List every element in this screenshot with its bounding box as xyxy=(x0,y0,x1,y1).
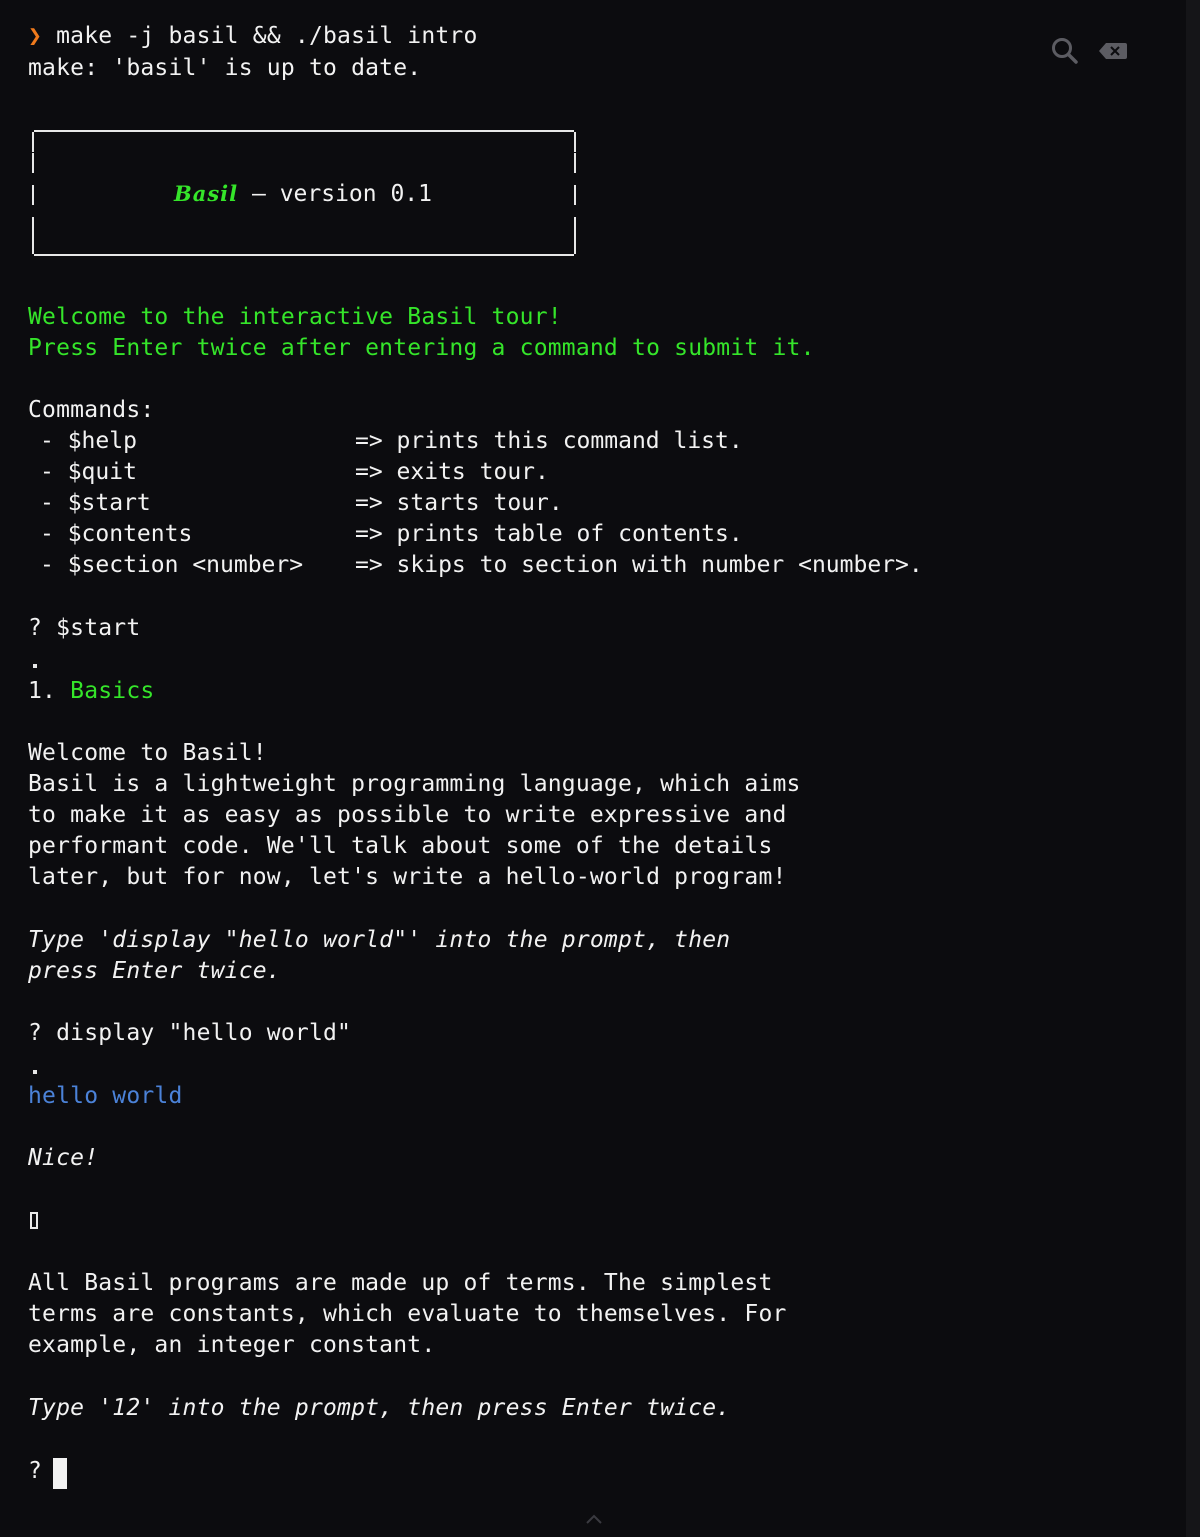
make-output: make: 'basil' is up to date. xyxy=(28,55,422,81)
instruction-line: Type 'display "hello world"' into the pr… xyxy=(28,927,731,953)
command-name: - $start xyxy=(40,490,151,516)
version-text: version 0.1 xyxy=(279,181,433,207)
command-desc: => starts tour. xyxy=(355,490,563,516)
terminal-window[interactable]: ❯ make -j basil && ./basil intro make: '… xyxy=(0,0,1186,1537)
command-desc: => prints this command list. xyxy=(355,428,743,454)
feedback-text: Nice! xyxy=(28,1145,99,1171)
search-icon[interactable] xyxy=(1050,36,1080,70)
instruction-line: Type '12' into the prompt, then press En… xyxy=(28,1395,731,1421)
section-heading: 1. Basics xyxy=(28,676,154,707)
command-name: - $contents xyxy=(40,521,193,547)
list-item: - $start => starts tour. xyxy=(0,488,1000,519)
prompt-arrow-icon: ❯ xyxy=(28,23,43,49)
banner-title: Basil – version 0.1 xyxy=(174,178,432,210)
section-number: 1. xyxy=(28,678,71,704)
terms-line: terms are constants, which evaluate to t… xyxy=(28,1301,787,1327)
list-item: - $contents => prints table of contents. xyxy=(0,519,1000,550)
intro-line: Basil is a lightweight programming langu… xyxy=(28,771,801,797)
prompt-start: ? $start xyxy=(28,615,141,641)
welcome-line: Welcome to the interactive Basil tour! xyxy=(28,304,562,330)
output-marker xyxy=(33,664,37,668)
command-name: - $quit xyxy=(40,459,137,485)
basil-logo: Basil xyxy=(174,181,239,206)
placeholder-glyph xyxy=(30,1212,38,1229)
command-desc: => exits tour. xyxy=(355,459,549,485)
intro-line: performant code. We'll talk about some o… xyxy=(28,833,773,859)
scrollbar[interactable] xyxy=(1186,0,1200,1537)
intro-line: later, but for now, let's write a hello-… xyxy=(28,864,787,890)
text-cursor xyxy=(53,1458,67,1489)
command-text: make -j basil && ./basil intro xyxy=(42,23,478,49)
program-output: hello world xyxy=(28,1083,183,1109)
section-title: Basics xyxy=(70,678,155,704)
intro-line: to make it as easy as possible to write … xyxy=(28,802,787,828)
intro-line: Welcome to Basil! xyxy=(28,740,267,766)
banner-separator: – xyxy=(238,181,280,207)
chevron-up-icon[interactable] xyxy=(584,1510,604,1529)
current-prompt[interactable]: ? xyxy=(28,1456,56,1487)
list-item: - $quit => exits tour. xyxy=(0,457,1000,488)
backspace-icon[interactable] xyxy=(1098,41,1128,65)
command-desc: => skips to section with number <number>… xyxy=(355,552,923,578)
list-item: - $help => prints this command list. xyxy=(0,426,1000,457)
instructions-line: Press Enter twice after entering a comma… xyxy=(28,335,815,361)
version-banner: Basil – version 0.1 xyxy=(32,130,576,256)
output-marker xyxy=(33,1070,37,1074)
command-name: - $section <number> xyxy=(40,552,304,578)
commands-header: Commands: xyxy=(28,397,155,423)
terms-line: example, an integer constant. xyxy=(28,1332,436,1358)
terms-line: All Basil programs are made up of terms.… xyxy=(28,1270,773,1296)
terminal-toolbar xyxy=(1050,36,1128,70)
command-name: - $help xyxy=(40,428,137,454)
command-line: ❯ make -j basil && ./basil intro xyxy=(28,21,478,52)
command-desc: => prints table of contents. xyxy=(355,521,743,547)
list-item: - $section <number> => skips to section w… xyxy=(0,550,1000,581)
instruction-line: press Enter twice. xyxy=(28,958,281,984)
prompt-display: ? display "hello world" xyxy=(28,1020,352,1046)
